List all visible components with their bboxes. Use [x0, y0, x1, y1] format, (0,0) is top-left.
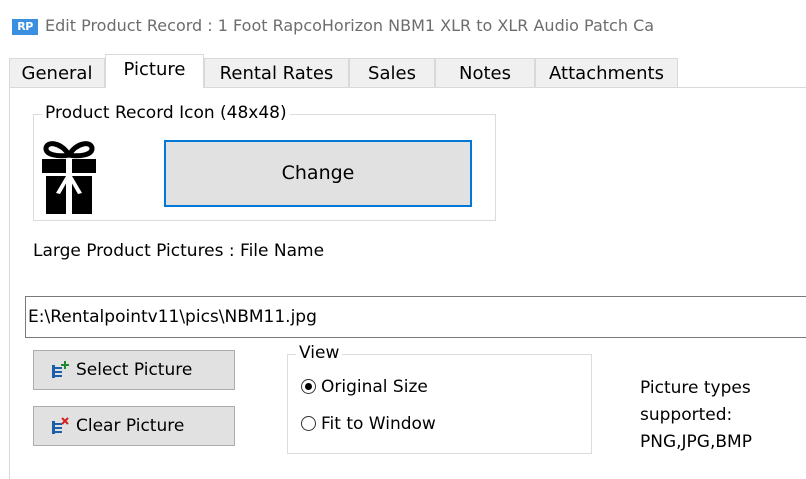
clear-picture-label: Clear Picture: [76, 416, 185, 436]
supported-types-note: Picture types supported: PNG,JPG,BMP: [640, 375, 790, 456]
radio-fit-to-window-indicator[interactable]: [301, 416, 316, 431]
select-picture-button[interactable]: Select Picture: [33, 350, 235, 390]
view-group: [287, 354, 592, 454]
select-picture-label: Select Picture: [76, 360, 193, 380]
tab-attachments[interactable]: Attachments: [535, 58, 678, 88]
title-bar: RP Edit Product Record : 1 Foot RapcoHor…: [0, 0, 806, 46]
large-pictures-label: Large Product Pictures : File Name: [33, 241, 325, 261]
product-icon-group-legend: Product Record Icon (48x48): [42, 104, 290, 122]
supported-types-line-2: supported:: [640, 405, 733, 425]
select-picture-icon: [52, 361, 69, 378]
window-title: Edit Product Record : 1 Foot RapcoHorizo…: [45, 16, 655, 35]
gift-icon: [42, 141, 96, 214]
radio-original-size-indicator[interactable]: [301, 379, 316, 394]
app-icon: RP: [12, 19, 38, 35]
tab-picture[interactable]: Picture: [105, 54, 204, 88]
tab-notes[interactable]: Notes: [435, 58, 535, 88]
tab-general[interactable]: General: [9, 58, 105, 88]
clear-picture-icon: [52, 417, 69, 434]
supported-types-line-3: PNG,JPG,BMP: [640, 432, 752, 452]
change-icon-button[interactable]: Change: [164, 140, 472, 207]
tab-sales[interactable]: Sales: [349, 58, 435, 88]
radio-original-size-label: Original Size: [321, 377, 428, 397]
view-group-legend: View: [296, 344, 343, 362]
tab-strip: General Picture Rental Rates Sales Notes…: [9, 54, 806, 88]
radio-fit-to-window-label: Fit to Window: [321, 414, 436, 434]
tab-rental-rates[interactable]: Rental Rates: [204, 58, 349, 88]
picture-file-name-input[interactable]: [25, 296, 806, 338]
supported-types-line-1: Picture types: [640, 378, 751, 398]
clear-picture-button[interactable]: Clear Picture: [33, 406, 235, 446]
